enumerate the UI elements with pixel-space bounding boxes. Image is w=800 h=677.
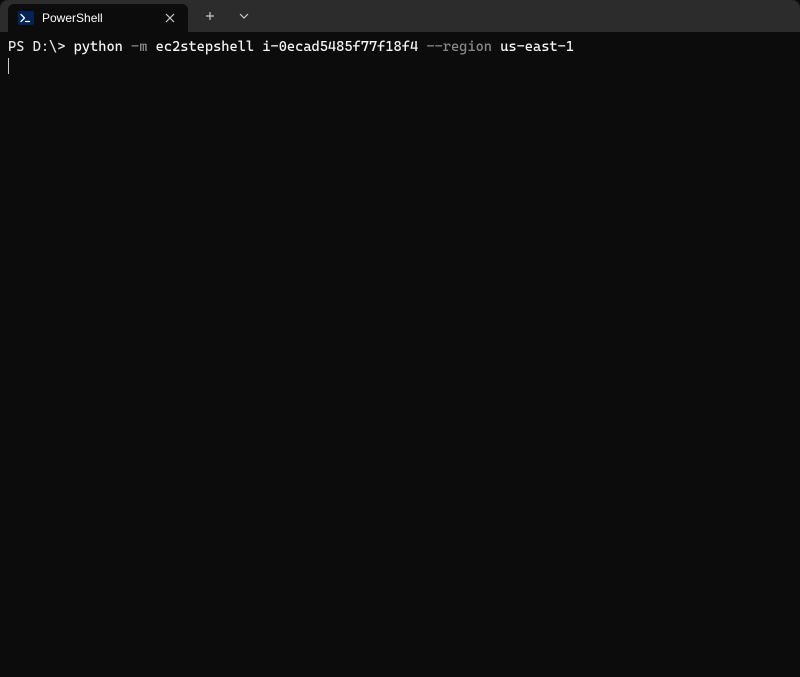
new-tab-button[interactable] [194,2,226,30]
terminal-line-cursor [8,57,792,76]
cmd-token: python [74,39,123,55]
cmd-token: --region [418,39,500,55]
titlebar: PowerShell [0,0,800,32]
cursor [8,58,9,74]
cmd-token: i-0ecad5485f77f18f4 [262,39,418,55]
cmd-token: ec2stepshell [156,39,254,55]
titlebar-controls [188,0,260,32]
cmd-token: -m [123,39,156,55]
tab-title: PowerShell [42,11,154,25]
cmd-token: us-east-1 [500,39,574,55]
tab-close-button[interactable] [162,10,178,26]
terminal-area[interactable]: PS D:\> python -m ec2stepshell i-0ecad54… [0,32,800,82]
terminal-line: PS D:\> python -m ec2stepshell i-0ecad54… [8,38,792,57]
tab-powershell[interactable]: PowerShell [8,4,188,32]
powershell-icon [18,10,34,26]
tab-dropdown-button[interactable] [228,2,260,30]
prompt: PS D:\> [8,39,74,55]
